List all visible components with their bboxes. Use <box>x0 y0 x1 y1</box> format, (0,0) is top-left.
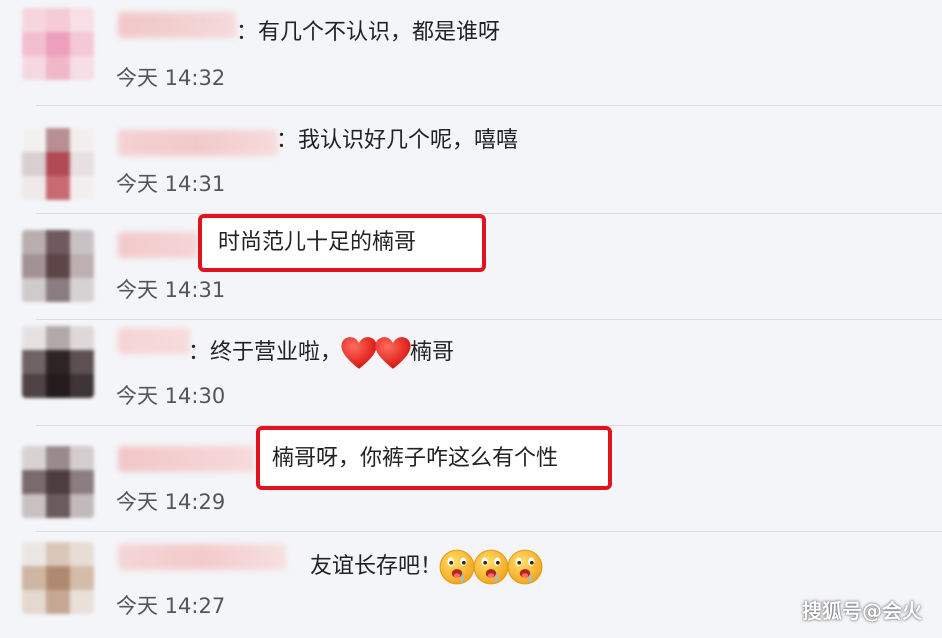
username-blurred[interactable] <box>118 232 198 258</box>
colon: ： <box>188 340 211 365</box>
timestamp: 今天 14:30 <box>116 384 226 408</box>
comment-content: 友谊长存吧！ <box>310 554 443 579</box>
timestamp: 今天 14:31 <box>116 172 226 196</box>
colon: ： <box>276 128 299 153</box>
heart-icon <box>341 337 377 369</box>
comment-row: ：我认识好几个呢，嘻嘻 今天 14:31 <box>0 108 942 214</box>
drooling-face-icon <box>507 549 543 585</box>
avatar[interactable] <box>22 230 94 302</box>
comment-content: 有几个不认识，都是谁呀 <box>258 20 501 45</box>
divider <box>36 105 942 106</box>
comment-content: 终于营业啦， <box>210 340 343 365</box>
comment-row: 楠哥呀，你裤子咋这么有个性 今天 14:29 <box>0 426 942 532</box>
comment-text: ：终于营业啦， 楠哥 <box>188 336 454 370</box>
username-blurred[interactable] <box>118 130 278 156</box>
username-blurred[interactable] <box>118 446 254 472</box>
avatar[interactable] <box>22 326 94 398</box>
comment-row: ：终于营业啦， 楠哥 今天 14:30 <box>0 320 942 426</box>
comment-content: 楠哥呀，你裤子咋这么有个性 <box>272 446 559 471</box>
username-blurred[interactable] <box>118 12 236 38</box>
comment-content-suffix: 楠哥 <box>410 340 455 365</box>
comment-text: 时尚范儿十足的楠哥 <box>218 228 416 258</box>
username-blurred[interactable] <box>118 328 190 354</box>
avatar[interactable] <box>22 446 94 518</box>
avatar[interactable] <box>22 542 94 614</box>
comment-text: 友谊长存吧！ <box>310 548 544 586</box>
watermark: 搜狐号@会火 <box>802 599 922 623</box>
comment-row: 友谊长存吧！ 今天 14:27 <box>0 532 942 638</box>
comment-text: ：有几个不认识，都是谁呀 <box>236 18 500 48</box>
timestamp: 今天 14:31 <box>116 278 226 302</box>
timestamp: 今天 14:32 <box>116 66 226 90</box>
timestamp: 今天 14:29 <box>116 490 226 514</box>
comment-text: ：我认识好几个呢，嘻嘻 <box>276 126 518 156</box>
comment-content: 我认识好几个呢，嘻嘻 <box>298 128 519 153</box>
comment-text: 楠哥呀，你裤子咋这么有个性 <box>272 444 558 474</box>
heart-icon <box>375 337 411 369</box>
username-blurred[interactable] <box>118 544 286 570</box>
comment-row: ：有几个不认识，都是谁呀 今天 14:32 <box>0 0 942 106</box>
avatar[interactable] <box>22 128 94 200</box>
drooling-face-icon <box>473 549 509 585</box>
drooling-face-icon <box>439 549 475 585</box>
timestamp: 今天 14:27 <box>116 594 226 618</box>
comment-content: 时尚范儿十足的楠哥 <box>218 230 417 255</box>
colon: ： <box>236 20 259 45</box>
avatar[interactable] <box>22 8 94 80</box>
comment-row: 时尚范儿十足的楠哥 今天 14:31 <box>0 214 942 320</box>
